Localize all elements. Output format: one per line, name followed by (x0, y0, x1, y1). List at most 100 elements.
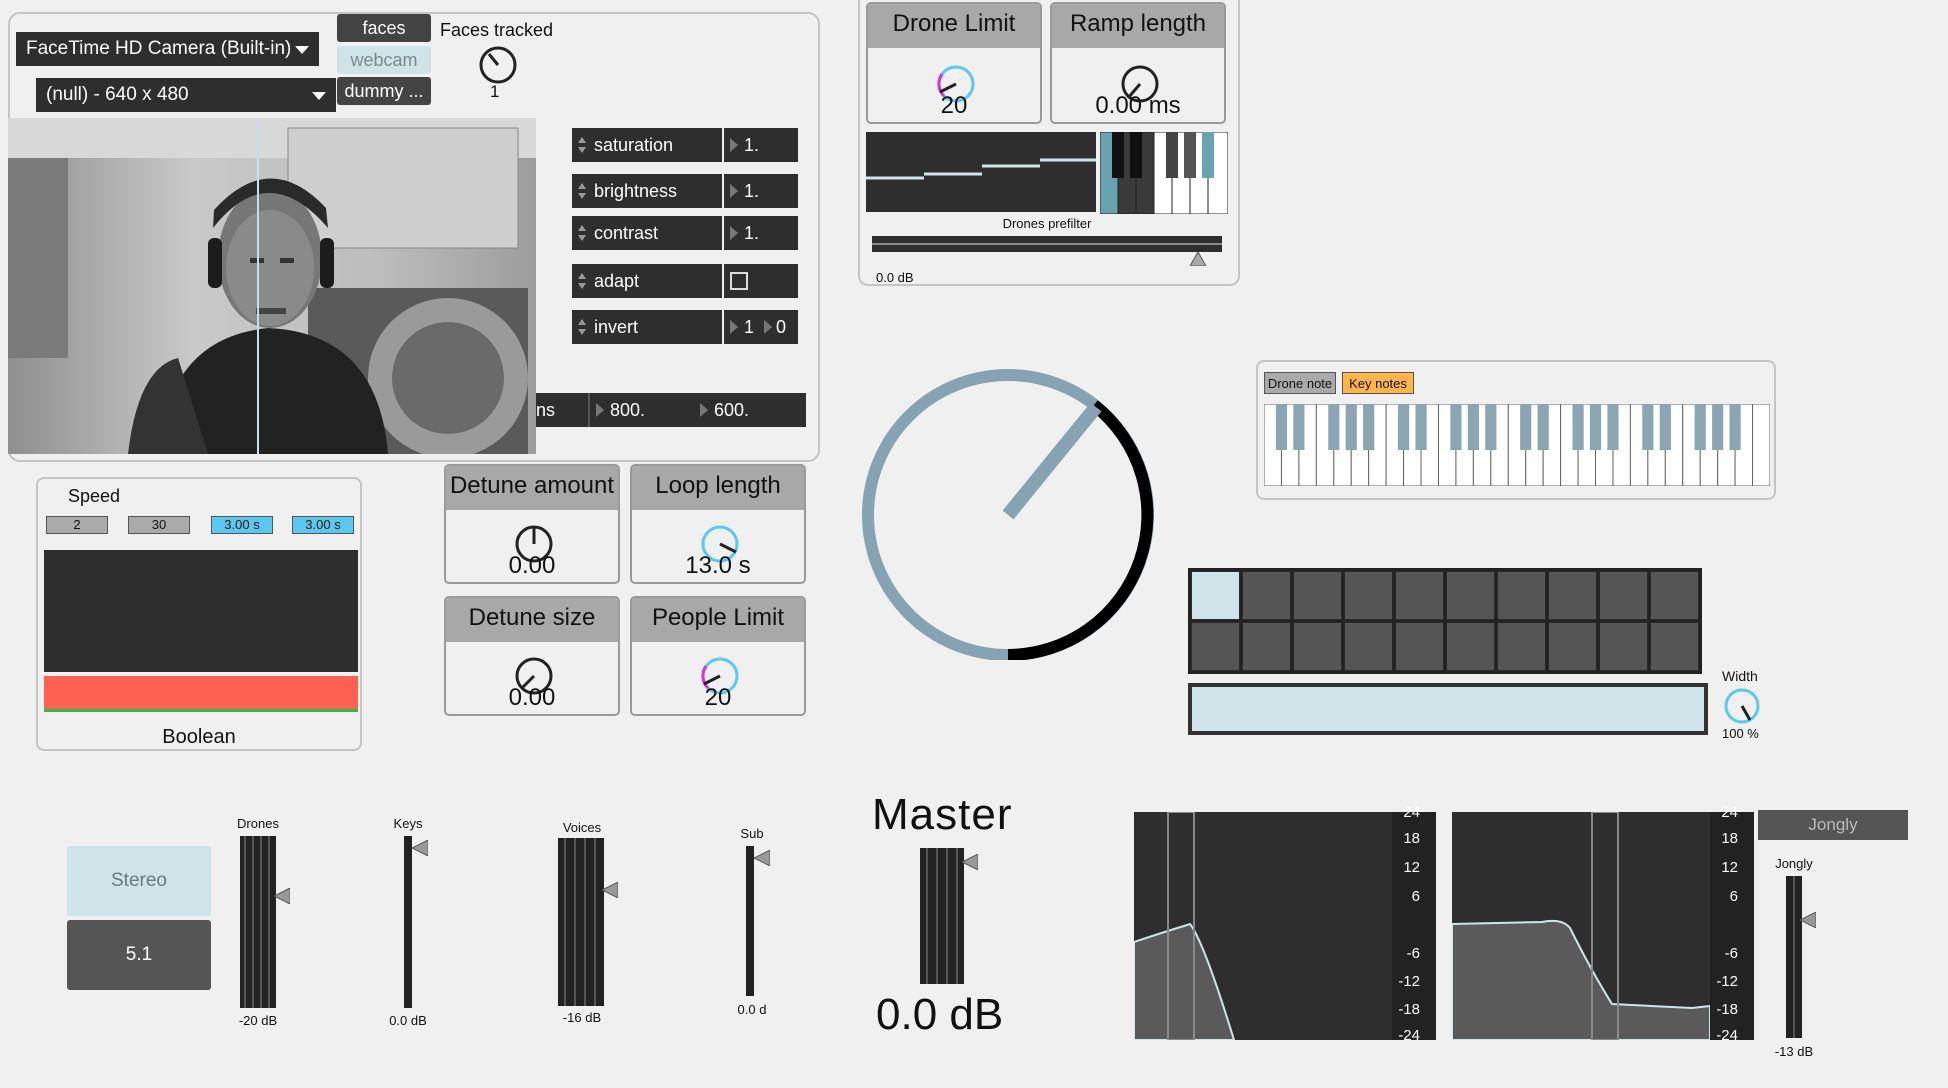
grid-cell[interactable] (1191, 622, 1240, 671)
grid-cell[interactable] (1548, 622, 1597, 671)
grid-cell[interactable] (1395, 622, 1444, 671)
stepper-icon (578, 225, 586, 241)
piano-black-key[interactable] (1345, 404, 1357, 450)
piano-black-key[interactable] (1607, 404, 1619, 450)
stereo-button[interactable]: Stereo (67, 846, 211, 916)
ramp-length-value: 0.00 ms (1095, 92, 1181, 119)
meter-voices[interactable] (558, 838, 604, 1006)
dim-width-value[interactable]: 800. (610, 393, 645, 427)
piano-black-key[interactable] (1589, 404, 1602, 450)
main-dial[interactable] (858, 360, 1158, 660)
attr-adapt-value[interactable] (724, 264, 798, 298)
meter-voices-label: Voices (562, 820, 602, 835)
attr-brightness-value[interactable]: 1. (724, 174, 798, 208)
grid-cell[interactable] (1344, 571, 1393, 620)
people-limit-title: People Limit (632, 598, 804, 642)
piano-black-key[interactable] (1450, 404, 1462, 450)
prefilter-slider-track[interactable] (872, 236, 1222, 252)
grid-cell[interactable] (1344, 622, 1393, 671)
jongly-meter[interactable] (1786, 876, 1802, 1038)
grid-cell[interactable] (1599, 622, 1648, 671)
piano-black-key[interactable] (1398, 404, 1410, 450)
tab-webcam[interactable]: webcam (337, 46, 431, 74)
key-notes-tab[interactable]: Key notes (1342, 372, 1414, 394)
tab-faces[interactable]: faces (337, 14, 431, 42)
adapt-checkbox[interactable] (730, 272, 748, 290)
piano-black-key[interactable] (1642, 404, 1654, 450)
meter-drones-handle[interactable] (274, 888, 290, 904)
meter-drones[interactable] (240, 836, 276, 1008)
attr-adapt[interactable]: adapt (572, 264, 722, 298)
grid-cell[interactable] (1650, 571, 1699, 620)
piano-black-key[interactable] (1415, 404, 1427, 450)
meter-keys[interactable] (404, 836, 412, 1008)
width-bar[interactable] (1188, 683, 1708, 735)
grid-cell[interactable] (1497, 622, 1546, 671)
attr-saturation[interactable]: saturation (572, 128, 722, 162)
master-meter[interactable] (920, 848, 964, 984)
grid-cell[interactable] (1242, 622, 1291, 671)
jongly-button[interactable]: Jongly (1758, 810, 1908, 840)
piano-black-key[interactable] (1293, 404, 1305, 450)
dim-row: ns 800. 600. (536, 393, 806, 427)
width-label: Width (1722, 668, 1758, 684)
piano-black-key[interactable] (1467, 404, 1479, 450)
drone-mini-keyboard[interactable] (1100, 132, 1228, 214)
piano-black-key[interactable] (1537, 404, 1549, 450)
piano-black-key[interactable] (1694, 404, 1706, 450)
drone-step-graph[interactable] (866, 132, 1096, 212)
meter-sub-handle[interactable] (754, 850, 770, 866)
attr-saturation-value[interactable]: 1. (724, 128, 798, 162)
piano-black-key[interactable] (1520, 404, 1532, 450)
meter-keys-handle[interactable] (412, 840, 428, 856)
piano-black-key[interactable] (1712, 404, 1724, 450)
speed-number-box-3[interactable]: 3.00 s (211, 516, 273, 534)
grid-cell[interactable] (1395, 571, 1444, 620)
speed-number-box-4[interactable]: 3.00 s (292, 516, 354, 534)
attr-contrast[interactable]: contrast (572, 216, 722, 250)
grid-cell[interactable] (1293, 622, 1342, 671)
width-knob[interactable] (1722, 686, 1762, 726)
camera-format-dropdown[interactable]: (null) - 640 x 480 (36, 78, 336, 112)
piano-black-key[interactable] (1275, 404, 1288, 450)
piano-white-key[interactable] (1752, 404, 1770, 486)
grid-cell[interactable] (1446, 571, 1495, 620)
drone-note-tab[interactable]: Drone note (1264, 372, 1336, 394)
attr-brightness[interactable]: brightness (572, 174, 722, 208)
speed-number-box-2[interactable]: 30 (128, 516, 190, 534)
eq2-tick-18: 18 (1721, 830, 1738, 847)
faces-tracked-knob[interactable] (477, 44, 519, 86)
grid-cell[interactable] (1293, 571, 1342, 620)
boolean-bar[interactable] (44, 676, 358, 712)
attr-invert[interactable]: invert (572, 310, 722, 344)
tab-dummy[interactable]: dummy ... (337, 77, 431, 105)
camera-device-dropdown[interactable]: FaceTime HD Camera (Built-in) (16, 32, 319, 66)
grid-cell[interactable] (1497, 571, 1546, 620)
attr-contrast-value[interactable]: 1. (724, 216, 798, 250)
people-limit-value: 20 (704, 684, 732, 711)
piano-black-key[interactable] (1485, 404, 1497, 450)
piano-black-key[interactable] (1328, 404, 1340, 450)
piano-black-key[interactable] (1572, 404, 1584, 450)
prefilter-slider-handle[interactable] (1190, 252, 1206, 266)
piano-keyboard[interactable] (1264, 404, 1770, 486)
master-value: 0.0 dB (876, 990, 1004, 1039)
piano-black-key[interactable] (1729, 404, 1741, 450)
master-meter-handle[interactable] (962, 854, 978, 870)
grid-cell[interactable] (1242, 571, 1291, 620)
step-grid[interactable] (1188, 568, 1702, 674)
surround-button[interactable]: 5.1 (67, 920, 211, 990)
grid-cell[interactable] (1599, 571, 1648, 620)
piano-black-key[interactable] (1659, 404, 1671, 450)
dim-height-value[interactable]: 600. (714, 393, 749, 427)
grid-cell[interactable] (1446, 622, 1495, 671)
grid-cell[interactable] (1191, 571, 1240, 620)
jongly-meter-handle[interactable] (1800, 912, 1816, 928)
meter-sub[interactable] (746, 846, 754, 996)
grid-cell[interactable] (1548, 571, 1597, 620)
meter-voices-handle[interactable] (602, 882, 618, 898)
speed-number-box-1[interactable]: 2 (46, 516, 108, 534)
grid-cell[interactable] (1650, 622, 1699, 671)
piano-black-key[interactable] (1363, 404, 1375, 450)
attr-invert-value[interactable]: 1 0 (724, 310, 798, 344)
